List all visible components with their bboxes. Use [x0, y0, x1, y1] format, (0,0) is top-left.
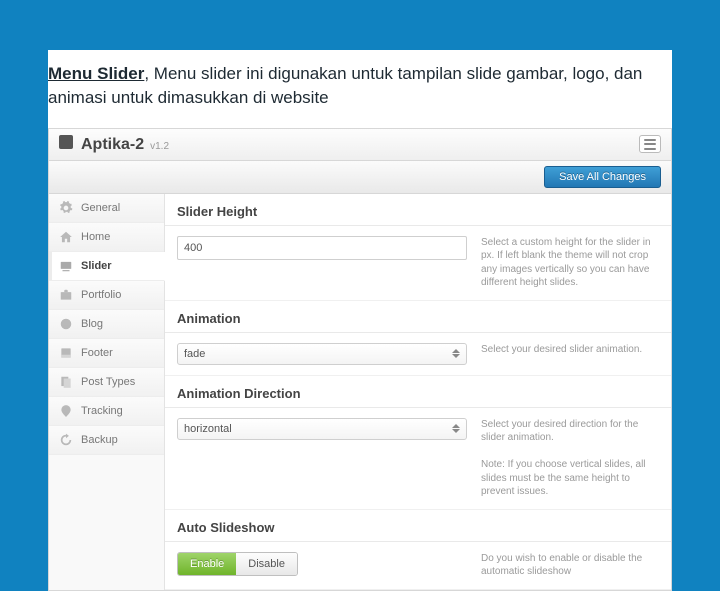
section-title-slider-height: Slider Height: [165, 194, 671, 226]
slider-icon: [59, 259, 73, 273]
save-all-button[interactable]: Save All Changes: [544, 166, 661, 188]
save-row: Save All Changes: [49, 161, 671, 194]
sidebar-item-label: Tracking: [81, 405, 123, 417]
animation-direction-select[interactable]: horizontal: [177, 418, 467, 440]
animation-direction-help: Select your desired direction for the sl…: [481, 418, 659, 499]
select-stepper-icon: [452, 424, 460, 433]
panel-header: Aptika-2 v1.2: [49, 129, 671, 161]
sidebar-item-general[interactable]: General: [49, 194, 164, 223]
sliders-icon[interactable]: [639, 135, 661, 153]
animation-direction-note: Note: If you choose vertical slides, all…: [481, 459, 646, 497]
caption-bold: Menu Slider: [48, 64, 144, 83]
animation-select-value: fade: [184, 348, 205, 360]
brand-name: Aptika-2: [81, 136, 144, 154]
slider-height-help: Select a custom height for the slider in…: [481, 236, 659, 290]
sidebar-item-footer[interactable]: Footer: [49, 339, 164, 368]
gear-icon: [59, 201, 73, 215]
sidebar: General Home Slider Portfolio Blog: [49, 194, 165, 590]
backup-icon: [59, 433, 73, 447]
slide-caption: Menu Slider, Menu slider ini digunakan u…: [48, 50, 672, 128]
brand-logo-icon: [59, 135, 73, 149]
sidebar-item-label: Backup: [81, 434, 118, 446]
sidebar-item-portfolio[interactable]: Portfolio: [49, 281, 164, 310]
animation-direction-select-value: horizontal: [184, 423, 232, 435]
sidebar-item-slider[interactable]: Slider: [49, 252, 165, 281]
section-title-animation-direction: Animation Direction: [165, 376, 671, 408]
sidebar-item-post-types[interactable]: Post Types: [49, 368, 164, 397]
main-content: Slider Height Select a custom height for…: [165, 194, 671, 590]
sidebar-item-label: Portfolio: [81, 289, 121, 301]
sidebar-item-blog[interactable]: Blog: [49, 310, 164, 339]
auto-slideshow-help: Do you wish to enable or disable the aut…: [481, 552, 659, 579]
sidebar-item-label: Post Types: [81, 376, 135, 388]
animation-help: Select your desired slider animation.: [481, 343, 659, 357]
portfolio-icon: [59, 288, 73, 302]
auto-slideshow-toggle: Enable Disable: [177, 552, 298, 576]
sidebar-item-label: Blog: [81, 318, 103, 330]
sidebar-item-label: Footer: [81, 347, 113, 359]
footer-icon: [59, 346, 73, 360]
animation-select[interactable]: fade: [177, 343, 467, 365]
brand-version: v1.2: [150, 141, 169, 152]
sidebar-item-label: General: [81, 202, 120, 214]
sidebar-item-label: Slider: [81, 260, 112, 272]
sidebar-item-home[interactable]: Home: [49, 223, 164, 252]
select-stepper-icon: [452, 349, 460, 358]
post-types-icon: [59, 375, 73, 389]
brand: Aptika-2 v1.2: [59, 135, 169, 154]
disable-button[interactable]: Disable: [236, 553, 297, 575]
home-icon: [59, 230, 73, 244]
section-title-animation: Animation: [165, 301, 671, 333]
tracking-icon: [59, 404, 73, 418]
blog-icon: [59, 317, 73, 331]
slider-height-input[interactable]: [177, 236, 467, 260]
enable-button[interactable]: Enable: [178, 553, 236, 575]
sidebar-item-backup[interactable]: Backup: [49, 426, 164, 455]
sidebar-item-tracking[interactable]: Tracking: [49, 397, 164, 426]
section-title-auto-slideshow: Auto Slideshow: [165, 510, 671, 542]
sidebar-item-label: Home: [81, 231, 110, 243]
theme-options-panel: Aptika-2 v1.2 Save All Changes General H…: [48, 128, 672, 591]
